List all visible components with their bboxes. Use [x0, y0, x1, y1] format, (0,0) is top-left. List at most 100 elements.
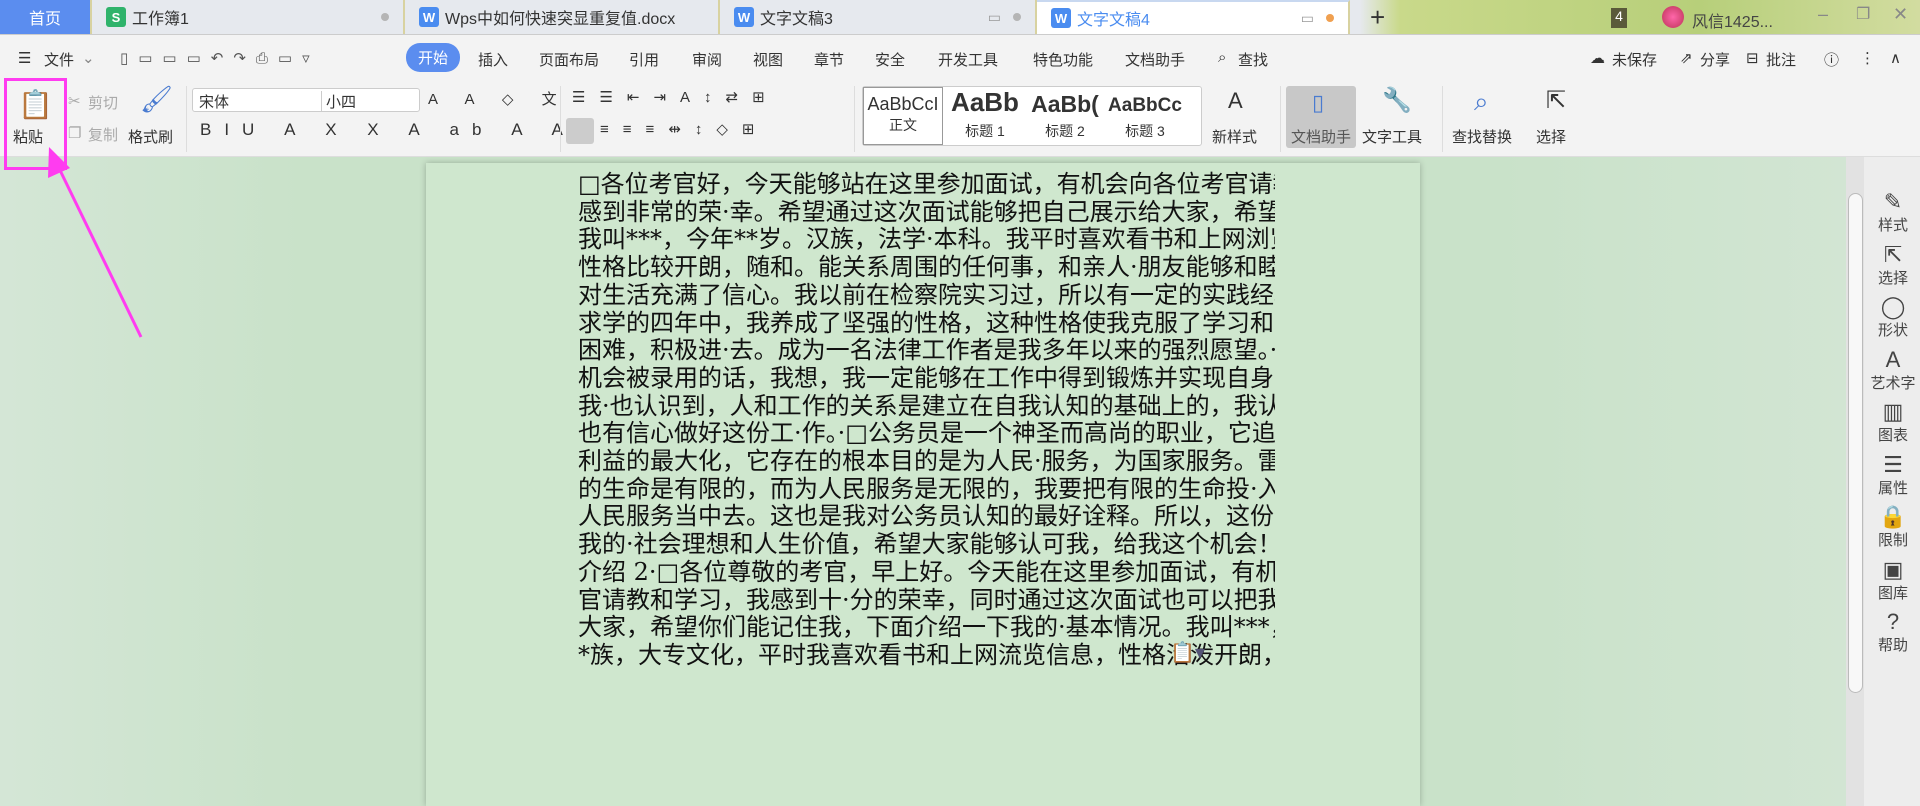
tab-view[interactable]: 视图: [753, 49, 783, 70]
panel-item-7[interactable]: ▣ 图库: [1866, 556, 1920, 603]
unsaved-dot-icon: [1013, 13, 1021, 21]
style-heading3[interactable]: AaBbCc 标题 3: [1105, 87, 1185, 141]
unsaved-button[interactable]: 未保存: [1612, 49, 1657, 70]
panel-item-4[interactable]: ▥ 图表: [1866, 400, 1920, 445]
doc-helper-button[interactable]: ▯ 文档助手: [1286, 86, 1356, 148]
tab-wps-doc[interactable]: W Wps中如何快速突显重复值.docx: [405, 0, 720, 34]
collapse-ribbon-icon[interactable]: ∧: [1890, 49, 1901, 67]
help-icon[interactable]: ⓘ: [1824, 49, 1839, 70]
tab-label: 文字文稿4: [1077, 12, 1150, 29]
panel-item-3[interactable]: A 艺术字: [1866, 346, 1920, 393]
panel-icon: A: [1885, 346, 1901, 372]
text-line[interactable]: 我的·社会理想和人生价值，希望大家能够认可我，给我这个机会！·□面试自我: [578, 531, 1275, 558]
text-tools-button[interactable]: 文字工具: [1362, 126, 1422, 147]
writer-icon: W: [1051, 8, 1071, 28]
restore-button[interactable]: ❐: [1856, 4, 1870, 24]
tab-insert[interactable]: 插入: [478, 49, 508, 70]
text-line[interactable]: 求学的四年中，我养成了坚强的性格，这种性格使我克服了学习和生活中的一些: [578, 310, 1275, 337]
find-replace-button[interactable]: 查找替换: [1452, 126, 1512, 147]
tab-developer[interactable]: 开发工具: [938, 49, 998, 70]
text-line[interactable]: 也有信心做好这份工·作。·□公务员是一个神圣而高尚的职业，它追求的是公共: [578, 420, 1275, 447]
find-replace-icon: ⌕: [1474, 86, 1489, 116]
user-name[interactable]: 风信1425...: [1692, 8, 1773, 32]
panel-icon: ⇱: [1883, 241, 1903, 267]
text-line[interactable]: 感到非常的荣·幸。希望通过这次面试能够把自己展示给大家，希望大家记住我。: [578, 199, 1275, 226]
panel-label: 属性: [1877, 479, 1908, 497]
monitor-icon: ▭: [1300, 9, 1314, 26]
panel-label: 帮助: [1877, 637, 1908, 654]
panel-item-1[interactable]: ⇱ 选择: [1866, 241, 1920, 288]
select-button[interactable]: 选择: [1536, 126, 1566, 147]
tab-chapter[interactable]: 章节: [814, 49, 844, 70]
doc-helper-label: 文档助手: [1291, 129, 1352, 146]
new-style-button[interactable]: 新样式: [1212, 126, 1257, 147]
style-label: 正文: [889, 117, 917, 133]
new-tab-button[interactable]: +: [1370, 2, 1385, 33]
style-heading1[interactable]: AaBb 标题 1: [945, 87, 1025, 141]
text-line[interactable]: 困难，积极进·去。成为一名法律工作者是我多年以来的强烈愿望。·□如果我有: [578, 337, 1275, 364]
tab-references[interactable]: 引用: [629, 49, 659, 70]
align-left-button[interactable]: [566, 118, 594, 144]
tab-doc-helper[interactable]: 文档助手: [1125, 49, 1185, 70]
panel-item-0[interactable]: ✎ 样式: [1866, 190, 1920, 235]
font-size-value[interactable]: 小四: [321, 91, 356, 112]
font-format-icons[interactable]: A A ◇ 文: [428, 88, 569, 109]
style-label: 标题 3: [1125, 123, 1165, 139]
panel-item-2[interactable]: ◯ 形状: [1866, 295, 1920, 340]
tab-page-layout[interactable]: 页面布局: [539, 49, 599, 70]
new-style-icon: A: [1228, 88, 1243, 113]
panel-icon: ▣: [1882, 556, 1904, 582]
panel-label: 限制: [1877, 532, 1908, 549]
text-line[interactable]: 官请教和学习，我感到十·分的荣幸，同时通过这次面试也可以把我自己展现给: [578, 587, 1275, 614]
panel-icon: ?: [1886, 609, 1900, 634]
paste-options-icon[interactable]: 📋▾: [1170, 640, 1205, 665]
text-line[interactable]: □各位考官好，今天能够站在这里参加面试，有机会向各位考官请教和学习，我: [578, 171, 1275, 198]
ribbon: 📋 粘贴 ✂ 剪切 ❐ 复制 🖌 格式刷 宋体 小四 A A ◇ 文 BIU A…: [0, 80, 1920, 157]
font-select[interactable]: 宋体 小四: [192, 88, 420, 112]
minimize-button[interactable]: –: [1818, 4, 1828, 25]
tab-special[interactable]: 特色功能: [1033, 49, 1093, 70]
style-preview: AaBbCc: [1108, 95, 1182, 116]
style-heading2[interactable]: AaBb(标题 2: [1025, 87, 1105, 141]
text-line[interactable]: 的生命是有限的，而为人民服务是无限的，我要把有限的生命投·入到无限的为: [578, 476, 1275, 503]
panel-label: 艺术字: [1870, 374, 1916, 392]
align-icons[interactable]: ≡≡≡⇹↕◇⊞: [600, 120, 768, 138]
text-line[interactable]: 利益的最大化，它存在的根本目的是为人民·服务，为国家服务。雷锋说过：人: [578, 448, 1275, 475]
close-button[interactable]: ✕: [1893, 4, 1908, 25]
style-label: 标题 2: [1045, 123, 1085, 139]
panel-label: 形状: [1877, 322, 1908, 339]
text-line[interactable]: 对生活充满了信心。我以前在检察院实习过，所以有一定的实践经验。在·外地: [578, 282, 1275, 309]
tab-doc4-active[interactable]: W 文字文稿4 ▭: [1037, 0, 1350, 34]
comment-button[interactable]: 批注: [1766, 49, 1796, 70]
text-line[interactable]: 性格比较开朗，随和。能关系周围的任何事，和亲人·朋友能够和睦相处，并且: [578, 254, 1275, 281]
tab-start[interactable]: 开始: [406, 43, 461, 72]
tab-label: 文字文稿3: [760, 11, 833, 28]
text-line[interactable]: 我叫***，今年**岁。汉族，法学·本科。我平时喜欢看书和上网浏览信息。我的: [578, 226, 1275, 253]
panel-item-6[interactable]: 🔒 限制: [1866, 505, 1920, 550]
text-line[interactable]: 介绍 2·□各位尊敬的考官，早上好。今天能在这里参加面试，有机会向各位考: [578, 559, 1275, 586]
text-line[interactable]: 大家，希望你们能记住我，下面介绍一下我的·基本情况。我叫***，现年**岁，: [578, 614, 1275, 641]
panel-item-5[interactable]: ☰ 属性: [1866, 452, 1920, 498]
writer-icon: W: [734, 7, 754, 27]
annotation-arrow: [48, 147, 143, 338]
window-count-badge[interactable]: 4: [1611, 8, 1627, 28]
monitor-icon: ▭: [987, 8, 1001, 25]
scrollbar-thumb[interactable]: [1848, 193, 1863, 693]
tab-security[interactable]: 安全: [875, 49, 905, 70]
panel-item-8[interactable]: ? 帮助: [1866, 610, 1920, 655]
share-button[interactable]: 分享: [1700, 49, 1730, 70]
tab-find[interactable]: 查找: [1238, 49, 1268, 70]
paragraph-icons[interactable]: ☰☰⇤⇥A↕⇄⊞: [572, 88, 779, 106]
text-style-icons[interactable]: BIU A X X A ab A A: [200, 120, 576, 140]
more-icon[interactable]: ⋮: [1860, 49, 1875, 67]
avatar[interactable]: [1662, 6, 1684, 28]
tab-review[interactable]: 审阅: [692, 49, 722, 70]
tab-doc3[interactable]: W 文字文稿3 ▭: [720, 0, 1037, 34]
text-line[interactable]: 我·也认识到，人和工作的关系是建立在自我认知的基础上的，我认为我有能力: [578, 393, 1275, 420]
panel-label: 样式: [1877, 217, 1908, 234]
text-line[interactable]: 机会被录用的话，我想，我一定能够在工作中得到锻炼并实现自身的价值。同时，: [578, 365, 1275, 392]
tab-bar: 首页 S 工作簿1 W Wps中如何快速突显重复值.docx W 文字文稿3 ▭ W 文字…: [0, 0, 1920, 34]
style-normal[interactable]: AaBbCcI 正文: [863, 87, 943, 145]
search-icon[interactable]: ⌕: [1218, 49, 1226, 66]
text-line[interactable]: 人民服务当中去。这也是我对公务员认知的最好诠释。所以，这份工作能够实现: [578, 503, 1275, 530]
